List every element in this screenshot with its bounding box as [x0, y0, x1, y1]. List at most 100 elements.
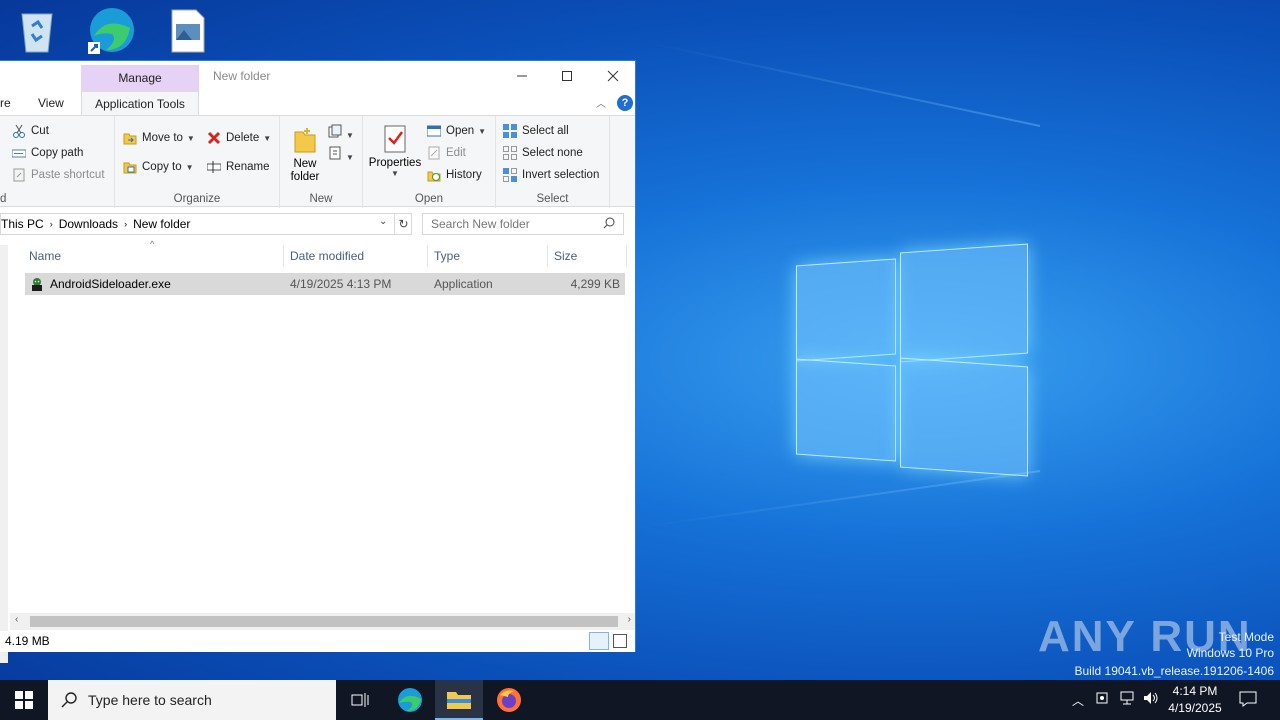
edge-icon[interactable] — [386, 680, 434, 720]
edge-shortcut-icon[interactable] — [86, 6, 136, 56]
volume-icon[interactable] — [1143, 691, 1159, 708]
file-explorer-icon[interactable] — [435, 680, 483, 720]
breadcrumb-this-pc[interactable]: This PC — [1, 217, 44, 231]
column-header-name[interactable]: Name — [23, 245, 284, 267]
network-icon[interactable] — [1119, 691, 1135, 708]
details-view-icon[interactable] — [589, 632, 609, 650]
copy-to-icon — [123, 160, 137, 174]
chevron-down-icon[interactable]: ⌄ — [379, 216, 387, 227]
clock-date: 4/19/2025 — [1168, 701, 1222, 715]
start-button[interactable] — [0, 680, 48, 720]
move-to-icon — [123, 131, 137, 145]
edit-label: Edit — [446, 147, 466, 159]
collapse-ribbon-icon[interactable]: ︿ — [596, 95, 606, 110]
task-view-icon[interactable] — [336, 680, 384, 720]
properties-button[interactable]: Properties ▼ — [368, 124, 422, 178]
show-hidden-icons-icon[interactable]: ︿ — [1072, 692, 1084, 709]
copy-to-button[interactable]: Copy to ▼ — [123, 160, 194, 174]
new-item-icon — [328, 124, 342, 138]
maximize-button[interactable] — [544, 61, 590, 91]
move-to-button[interactable]: Move to ▼ — [123, 131, 195, 145]
breadcrumb-downloads[interactable]: Downloads — [59, 217, 118, 231]
chevron-right-icon: › — [49, 219, 53, 229]
windows-start-icon — [15, 691, 33, 709]
large-icons-view-icon[interactable] — [613, 634, 627, 648]
table-row[interactable]: AndroidSideloader.exe 4/19/2025 4:13 PM … — [25, 273, 625, 295]
close-button[interactable] — [590, 61, 636, 91]
file-size: 4,299 KB — [570, 277, 620, 291]
scroll-left-icon[interactable]: ‹ — [15, 614, 18, 625]
scroll-right-icon[interactable]: › — [628, 614, 631, 625]
meet-now-icon[interactable] — [1096, 691, 1110, 708]
taskbar: Type here to search ︿ 4:14 PM 4/19/2025 — [0, 680, 1280, 720]
column-header-type[interactable]: Type — [428, 245, 548, 267]
file-name: AndroidSideloader.exe — [50, 277, 171, 291]
scrollbar-thumb[interactable] — [30, 616, 618, 627]
tab-view[interactable]: View — [38, 91, 64, 115]
recycle-bin-icon[interactable] — [12, 6, 62, 56]
windows-edition-label: Windows 10 Pro — [1186, 646, 1274, 660]
file-explorer-window[interactable]: Manage New folder re View Application To… — [0, 60, 636, 663]
image-file-icon[interactable] — [162, 6, 212, 56]
rename-button[interactable]: Rename — [207, 160, 269, 174]
invert-selection-button[interactable]: Invert selection — [503, 168, 599, 182]
select-none-button[interactable]: Select none — [503, 146, 583, 160]
delete-button[interactable]: Delete ▼ — [207, 131, 271, 145]
new-group-label: New — [309, 193, 333, 205]
select-none-label: Select none — [522, 147, 583, 159]
ribbon-tabs: re View Application Tools ︿ ? — [0, 91, 635, 115]
refresh-icon[interactable]: ↻ — [394, 214, 412, 234]
select-all-button[interactable]: Select all — [503, 124, 569, 138]
notifications-icon[interactable] — [1239, 691, 1257, 710]
properties-icon — [384, 125, 406, 153]
edit-button[interactable]: Edit — [427, 146, 466, 160]
new-folder-button[interactable]: New folder — [288, 126, 322, 184]
open-group-label: Open — [414, 193, 444, 205]
history-button[interactable]: History — [427, 168, 482, 182]
breadcrumb-new-folder[interactable]: New folder — [133, 217, 190, 231]
invert-selection-icon — [503, 168, 517, 182]
help-icon[interactable]: ? — [617, 95, 633, 111]
new-item-button[interactable]: ▼ — [328, 124, 354, 140]
select-group: Select all Select none Invert selection … — [496, 116, 610, 208]
windows-logo — [790, 238, 1035, 483]
invert-selection-label: Invert selection — [522, 169, 600, 181]
tab-application-tools[interactable]: Application Tools — [81, 91, 199, 115]
tab-manage[interactable]: Manage — [81, 65, 199, 91]
maximize-icon — [562, 71, 572, 81]
column-header-date-modified[interactable]: Date modified — [284, 245, 428, 267]
organize-group: Move to ▼ Copy to ▼ Delete ▼ Rename Organiz… — [115, 116, 280, 208]
title-bar[interactable]: Manage New folder — [0, 61, 635, 91]
column-header-size[interactable]: Size — [548, 245, 627, 267]
horizontal-scrollbar[interactable]: ‹ › — [10, 613, 635, 630]
cut-label: Cut — [31, 125, 49, 137]
clock-time: 4:14 PM — [1172, 684, 1218, 698]
paste-shortcut-button[interactable]: Paste shortcut — [12, 168, 105, 182]
taskbar-search-input[interactable]: Type here to search — [48, 680, 336, 720]
chevron-right-icon: › — [124, 219, 128, 229]
copy-path-label: Copy path — [31, 147, 84, 159]
edit-icon — [427, 146, 441, 160]
open-icon — [427, 124, 441, 138]
tab-share[interactable]: re — [0, 91, 11, 115]
window-title: New folder — [213, 69, 271, 83]
minimize-icon — [517, 75, 527, 77]
search-input[interactable]: Search New folder — [422, 213, 624, 235]
selection-size: 4.19 MB — [5, 634, 50, 648]
select-none-icon — [503, 146, 517, 160]
file-date-modified: 4/19/2025 4:13 PM — [290, 277, 392, 291]
rename-label: Rename — [226, 161, 270, 173]
easy-access-button[interactable]: ▼ — [328, 146, 354, 162]
clock[interactable]: 4:14 PM 4/19/2025 — [1166, 684, 1224, 715]
open-button[interactable]: Open ▼ — [427, 124, 486, 138]
properties-label: Properties — [368, 157, 422, 169]
copy-to-label: Copy to — [142, 161, 182, 173]
clipboard-group-label: d — [0, 193, 7, 205]
select-group-label: Select — [536, 193, 569, 205]
cut-button[interactable]: Cut — [12, 124, 49, 138]
firefox-icon[interactable] — [485, 680, 533, 720]
address-bar[interactable]: This PC › Downloads › New folder ⌄ ↻ — [0, 213, 412, 235]
copy-path-button[interactable]: Copy path — [12, 146, 83, 160]
minimize-button[interactable] — [499, 61, 545, 91]
navigation-pane-edge[interactable] — [0, 245, 8, 663]
